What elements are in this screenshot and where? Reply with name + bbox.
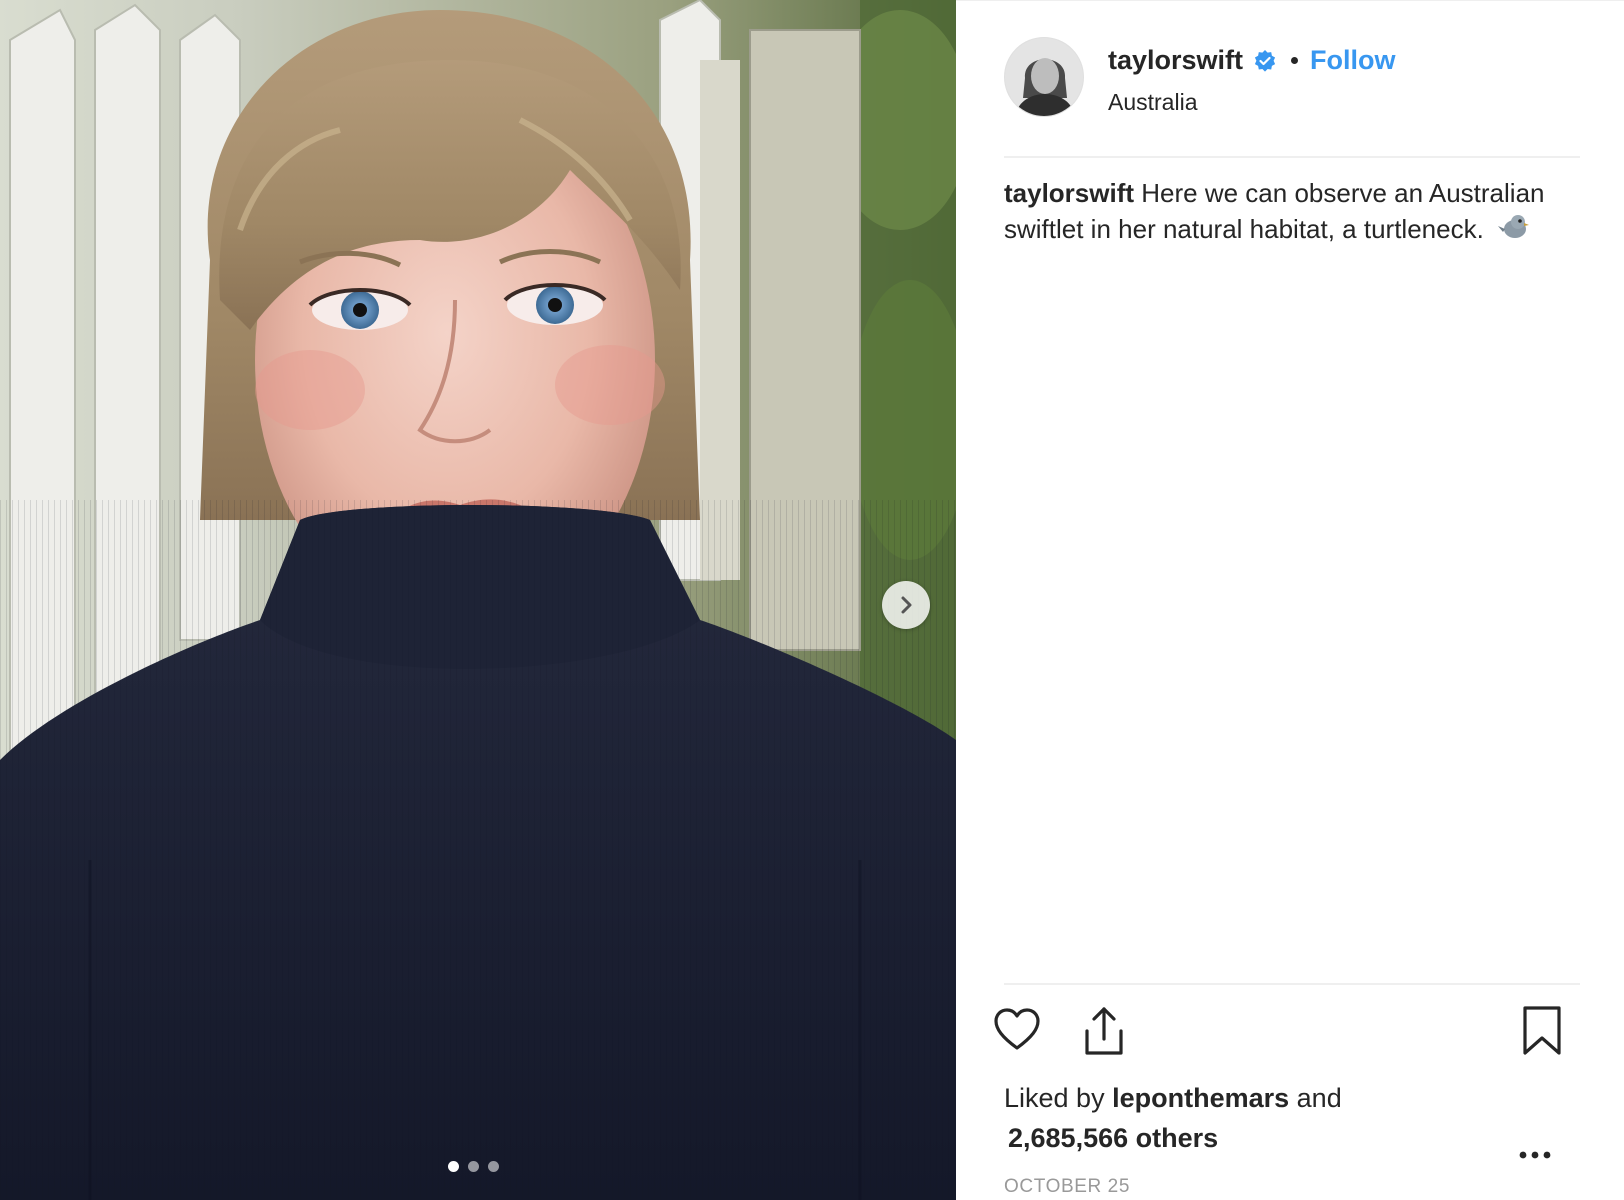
separator-dot xyxy=(1291,57,1299,64)
bird-icon xyxy=(1497,213,1530,250)
carousel-next-button[interactable] xyxy=(882,581,930,629)
liked-by-and: and xyxy=(1296,1083,1342,1113)
header-divider xyxy=(1004,156,1580,158)
actions-divider xyxy=(1004,983,1580,985)
avatar[interactable] xyxy=(1004,37,1084,117)
post-media-carousel[interactable] xyxy=(0,0,956,1200)
avatar-image xyxy=(1005,38,1083,116)
carousel-indicator xyxy=(448,1161,499,1172)
share-icon xyxy=(1085,1007,1123,1055)
post-photo xyxy=(0,0,956,1200)
bookmark-icon xyxy=(1523,1006,1561,1055)
post-actions xyxy=(992,1005,1572,1061)
carousel-dot-1 xyxy=(448,1161,459,1172)
username-link[interactable]: taylorswift xyxy=(1108,45,1243,76)
likes-count-link[interactable]: 2,685,566 others xyxy=(1004,1118,1564,1158)
post-header: taylorswift Follow Australia xyxy=(1004,37,1584,119)
liked-by-user-link[interactable]: leponthemars xyxy=(1112,1083,1289,1113)
post-side-panel: taylorswift Follow Australia taylorswift… xyxy=(956,0,1624,1200)
like-button[interactable] xyxy=(992,1005,1042,1060)
follow-button[interactable]: Follow xyxy=(1310,45,1395,76)
verified-badge-icon xyxy=(1253,49,1277,73)
more-icon xyxy=(1519,1151,1551,1159)
location-link[interactable]: Australia xyxy=(1108,89,1197,116)
post-date: OCTOBER 25 xyxy=(1004,1176,1131,1197)
likes-summary: Liked by leponthemars and 2,685,566 othe… xyxy=(1004,1078,1564,1158)
share-button[interactable] xyxy=(1079,1005,1129,1062)
post-viewer: taylorswift Follow Australia taylorswift… xyxy=(0,0,1624,1200)
liked-by-prefix: Liked by xyxy=(1004,1083,1105,1113)
caption-username-link[interactable]: taylorswift xyxy=(1004,178,1134,208)
carousel-dot-3 xyxy=(488,1161,499,1172)
post-caption: taylorswift Here we can observe an Austr… xyxy=(1004,175,1574,279)
save-button[interactable] xyxy=(1520,1005,1564,1062)
heart-icon xyxy=(994,1008,1040,1050)
more-options-button[interactable] xyxy=(1518,1147,1552,1165)
carousel-dot-2 xyxy=(468,1161,479,1172)
chevron-right-icon xyxy=(901,596,912,614)
